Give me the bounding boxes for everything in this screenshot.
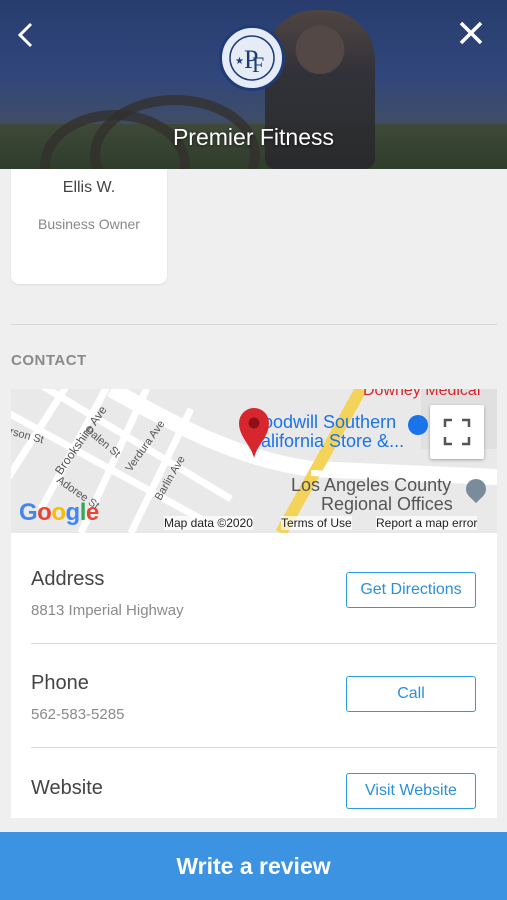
poi-goodwill-line1: oodwill Southern bbox=[263, 412, 397, 432]
poi-la-county-line1: Los Angeles County bbox=[291, 475, 452, 495]
svg-text:F: F bbox=[252, 52, 264, 77]
report-map-error-link[interactable]: Report a map error bbox=[376, 516, 478, 530]
contact-section-title: CONTACT bbox=[11, 352, 87, 369]
poi-la-county-line2: Regional Offices bbox=[321, 494, 453, 514]
write-review-button[interactable]: Write a review bbox=[0, 832, 507, 900]
map-data-attribution: Map data ©2020 bbox=[164, 516, 253, 530]
contact-details-panel: Address 8813 Imperial Highway Get Direct… bbox=[11, 533, 497, 818]
poi-downey-medical: Downey Medical bbox=[363, 389, 481, 399]
chevron-left-icon[interactable] bbox=[14, 20, 38, 50]
shopping-bag-icon bbox=[408, 415, 428, 435]
poi-goodwill-line2: alifornia Store &... bbox=[261, 431, 405, 451]
address-value: 8813 Imperial Highway bbox=[31, 602, 184, 619]
row-divider bbox=[31, 747, 497, 748]
business-logo: P F ★ bbox=[219, 25, 285, 91]
call-button[interactable]: Call bbox=[346, 676, 476, 712]
page-title: Premier Fitness bbox=[172, 124, 335, 150]
section-divider bbox=[11, 324, 497, 325]
owner-role: Business Owner bbox=[38, 216, 140, 232]
row-divider bbox=[31, 643, 497, 644]
phone-value: 562-583-5285 bbox=[31, 706, 125, 723]
website-label: Website bbox=[31, 777, 103, 799]
owner-name: Ellis W. bbox=[62, 179, 116, 196]
svg-text:★: ★ bbox=[235, 56, 244, 67]
fullscreen-button[interactable] bbox=[430, 405, 484, 459]
terms-of-use-link[interactable]: Terms of Use bbox=[281, 516, 352, 530]
owner-card[interactable]: Ellis W. Business Owner bbox=[11, 169, 167, 284]
phone-label: Phone bbox=[31, 672, 89, 694]
google-logo: Google bbox=[19, 499, 99, 526]
location-map[interactable]: Brookshire Ave Dalen St Verdura Ave Ador… bbox=[11, 389, 497, 533]
close-icon[interactable] bbox=[456, 18, 486, 48]
visit-website-button[interactable]: Visit Website bbox=[346, 773, 476, 809]
address-label: Address bbox=[31, 568, 105, 590]
map-pin-icon[interactable] bbox=[237, 405, 271, 459]
get-directions-button[interactable]: Get Directions bbox=[346, 572, 476, 608]
